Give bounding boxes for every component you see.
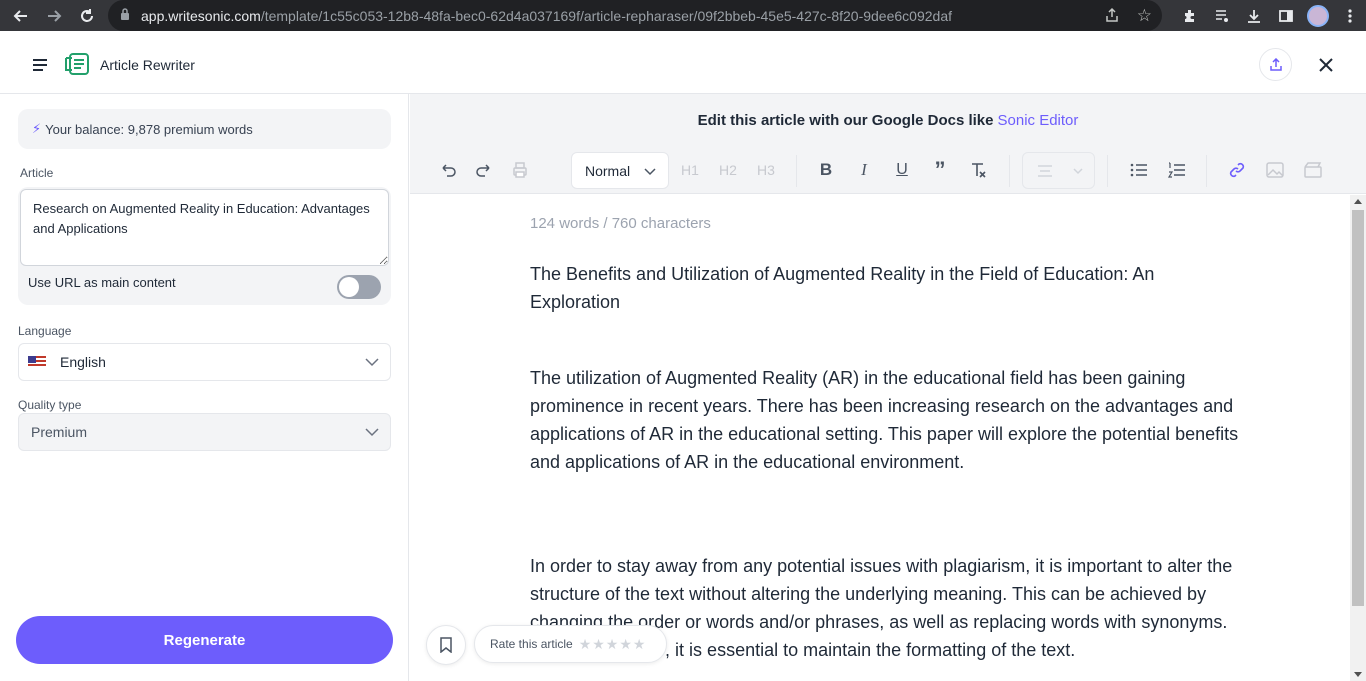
heading-3-button[interactable]: H3 [754, 158, 778, 182]
numbered-list-icon[interactable] [1165, 158, 1189, 182]
clear-format-icon[interactable] [966, 158, 990, 182]
media-icon[interactable] [1206, 0, 1238, 31]
chevron-down-icon [1073, 168, 1083, 175]
settings-panel: ⚡ Your balance: 9,878 premium words Arti… [0, 94, 409, 681]
bullet-list-icon[interactable] [1127, 158, 1151, 182]
toggle-knob [339, 277, 359, 297]
article-input[interactable] [20, 189, 389, 266]
word-counter: 124 words / 760 characters [530, 215, 711, 232]
url-toggle-label: Use URL as main content [28, 275, 176, 290]
editor-banner: Edit this article with our Google Docs l… [410, 94, 1366, 147]
rate-label: Rate this article [490, 637, 573, 651]
toolbar-divider [1107, 155, 1108, 187]
chrome-menu-icon[interactable] [1334, 0, 1366, 31]
regenerate-button[interactable]: Regenerate [16, 616, 393, 664]
article-label: Article [20, 166, 54, 180]
hamburger-menu-icon[interactable] [28, 53, 52, 77]
scroll-up-arrow-icon[interactable] [1354, 199, 1362, 204]
bookmark-star-icon[interactable]: ☆ [1137, 6, 1152, 26]
export-button[interactable] [1259, 48, 1292, 81]
url-text: app.writesonic.com/template/1c55c053-12b… [141, 7, 952, 24]
scroll-thumb[interactable] [1352, 210, 1364, 606]
bookmark-button[interactable] [426, 625, 466, 665]
language-value: English [60, 354, 106, 370]
language-select[interactable]: English [18, 343, 391, 381]
close-icon[interactable] [1315, 54, 1337, 76]
toolbar-divider [796, 155, 797, 187]
language-label: Language [18, 324, 72, 338]
bold-icon[interactable]: B [814, 158, 838, 182]
toolbar-divider [1206, 155, 1207, 187]
redo-icon[interactable] [472, 158, 496, 182]
scroll-down-arrow-icon[interactable] [1354, 672, 1362, 677]
address-bar[interactable]: app.writesonic.com/template/1c55c053-12b… [108, 0, 1162, 31]
balance-text: Your balance: 9,878 premium words [45, 121, 253, 137]
image-icon[interactable] [1263, 158, 1287, 182]
chevron-down-icon [364, 424, 380, 443]
rate-article-widget[interactable]: Rate this article ★★★★★ [474, 625, 667, 663]
sidepanel-icon[interactable] [1270, 0, 1302, 31]
app-header: Article Rewriter [0, 31, 1366, 94]
chevron-down-icon [364, 354, 380, 373]
underline-icon[interactable]: U [890, 158, 914, 182]
sonic-editor-link[interactable]: Sonic Editor [998, 112, 1079, 129]
chevron-down-icon [642, 163, 658, 182]
editor-toolbar: Normal H1 H2 H3 B I U ” [410, 147, 1366, 194]
back-icon[interactable] [6, 0, 36, 31]
print-icon[interactable] [508, 158, 532, 182]
article-heading[interactable]: The Benefits and Utilization of Augmente… [530, 260, 1240, 316]
article-paragraph[interactable]: The utilization of Augmented Reality (AR… [530, 364, 1240, 476]
balance-badge: ⚡ Your balance: 9,878 premium words [18, 109, 391, 149]
align-icon [1038, 165, 1052, 177]
undo-icon[interactable] [436, 158, 460, 182]
reload-icon[interactable] [72, 0, 102, 31]
align-select[interactable] [1022, 152, 1095, 189]
lock-icon [120, 8, 130, 26]
share-page-icon[interactable] [1104, 7, 1120, 28]
article-rewriter-logo-icon [64, 50, 92, 78]
extensions-icon[interactable] [1174, 0, 1206, 31]
toolbar-divider [1009, 155, 1010, 187]
video-icon[interactable] [1301, 158, 1325, 182]
banner-text: Edit this article with our Google Docs l… [697, 112, 994, 129]
scrollbar[interactable] [1350, 195, 1366, 681]
heading-2-button[interactable]: H2 [716, 158, 740, 182]
article-field-group: Use URL as main content [18, 187, 391, 305]
rating-stars[interactable]: ★★★★★ [579, 636, 647, 653]
use-url-toggle[interactable] [337, 275, 381, 299]
profile-avatar[interactable] [1302, 0, 1334, 31]
page-title: Article Rewriter [100, 57, 195, 73]
quote-icon[interactable]: ” [928, 157, 952, 182]
download-icon[interactable] [1238, 0, 1270, 31]
bolt-icon: ⚡ [32, 121, 42, 136]
us-flag-icon [28, 356, 46, 368]
forward-icon[interactable] [39, 0, 69, 31]
quality-value: Premium [31, 424, 88, 440]
document-editor[interactable]: 124 words / 760 characters The Benefits … [410, 195, 1350, 681]
heading-1-button[interactable]: H1 [678, 158, 702, 182]
format-value: Normal [585, 162, 631, 179]
italic-icon[interactable]: I [852, 158, 876, 182]
bookmark-icon [440, 637, 452, 653]
link-icon[interactable] [1225, 158, 1249, 182]
format-select[interactable]: Normal [571, 152, 669, 189]
browser-chrome: app.writesonic.com/template/1c55c053-12b… [0, 0, 1366, 31]
quality-label: Quality type [18, 398, 82, 412]
quality-select[interactable]: Premium [18, 413, 391, 451]
